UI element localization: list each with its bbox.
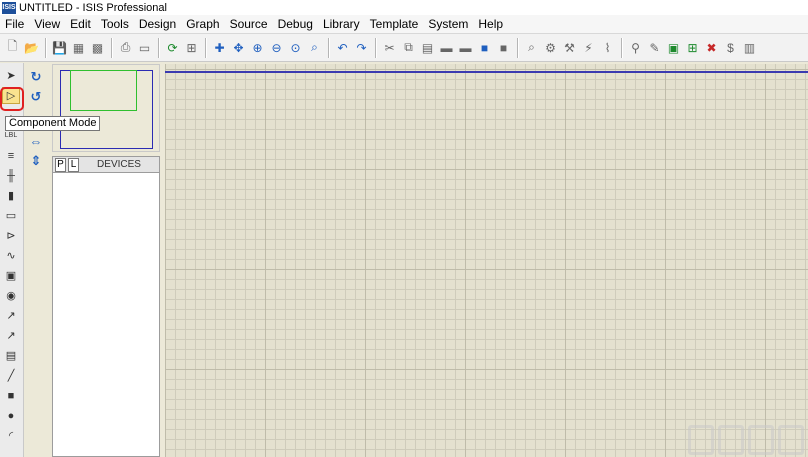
current-probe-icon[interactable]: ↗ [2, 327, 20, 344]
wire-autorouter-icon[interactable]: ⌇ [599, 39, 616, 57]
menu-library[interactable]: Library [318, 15, 365, 34]
menu-edit[interactable]: Edit [65, 15, 96, 34]
circle-tool-icon[interactable]: ● [2, 407, 20, 424]
menu-tools[interactable]: Tools [96, 15, 134, 34]
refresh-icon[interactable]: ⟳ [164, 39, 181, 57]
print-icon[interactable]: ⎙ [117, 39, 134, 57]
voltage-probe-icon[interactable]: ↗ [2, 307, 20, 324]
virtual-instruments-icon[interactable]: ▤ [2, 347, 20, 364]
watermark-glyph [718, 425, 744, 455]
menu-file[interactable]: File [0, 15, 29, 34]
block-move-icon[interactable]: ▬ [457, 39, 474, 57]
menu-view[interactable]: View [29, 15, 65, 34]
isis-app-icon: ISIS [2, 1, 16, 14]
toolbar-separator [375, 37, 376, 58]
export-icon[interactable]: ▩ [89, 39, 106, 57]
watermark-logo [688, 425, 804, 455]
toolbar-separator [517, 37, 518, 58]
import-icon[interactable]: ▦ [70, 39, 87, 57]
line-tool-icon[interactable]: ╱ [2, 367, 20, 384]
block-rotate-icon[interactable]: ■ [476, 39, 493, 57]
package-tool-icon[interactable]: ⚒ [561, 39, 578, 57]
zoom-area-icon[interactable]: ⌕ [306, 39, 323, 57]
schematic-canvas[interactable] [165, 64, 808, 457]
title-bar: ISIS UNTITLED - ISIS Professional [0, 0, 808, 15]
pick-device-icon[interactable]: ⌕ [523, 39, 540, 57]
sheet-border [165, 71, 808, 73]
overview-window[interactable] [52, 64, 160, 152]
open-folder-icon[interactable]: 📂 [23, 39, 40, 57]
zoom-out-icon[interactable]: ⊖ [268, 39, 285, 57]
redo-icon[interactable]: ↷ [353, 39, 370, 57]
menu-design[interactable]: Design [134, 15, 181, 34]
arc-tool-icon[interactable]: ◜ [2, 427, 20, 444]
menu-bar: File View Edit Tools Design Graph Source Debug L… [0, 15, 808, 34]
menu-system[interactable]: System [423, 15, 473, 34]
make-device-icon[interactable]: ⚙ [542, 39, 559, 57]
device-pins-icon[interactable]: ⊳ [2, 227, 20, 244]
new-file-icon[interactable]: 🗋 [4, 39, 21, 57]
toolbar-separator [205, 37, 206, 58]
mirror-horizontal-icon[interactable]: ⇔ [27, 133, 45, 149]
menu-help[interactable]: Help [473, 15, 508, 34]
device-selector: P L DEVICES [52, 156, 160, 457]
undo-icon[interactable]: ↶ [334, 39, 351, 57]
zoom-in-icon[interactable]: ⊕ [249, 39, 266, 57]
devices-label: DEVICES [97, 159, 141, 170]
cut-icon[interactable]: ✂ [381, 39, 398, 57]
origin-icon[interactable]: ✚ [211, 39, 228, 57]
graph-mode-icon[interactable]: ∿ [2, 247, 20, 264]
add-sheet-icon[interactable]: ⊞ [684, 39, 701, 57]
new-sheet-icon[interactable]: ▣ [665, 39, 682, 57]
pick-devices-button[interactable]: P [55, 157, 66, 172]
subcircuit-icon[interactable]: ▮ [2, 187, 20, 204]
delete-sheet-icon[interactable]: ✖ [703, 39, 720, 57]
window-title: UNTITLED - ISIS Professional [19, 1, 167, 14]
decompose-icon[interactable]: ⚡ [580, 39, 597, 57]
device-selector-header: P L DEVICES [53, 157, 159, 173]
tape-recorder-icon[interactable]: ▣ [2, 267, 20, 284]
device-list[interactable] [53, 174, 159, 456]
watermark-glyph [748, 425, 774, 455]
menu-graph[interactable]: Graph [181, 15, 224, 34]
print-area-icon[interactable]: ▭ [136, 39, 153, 57]
paste-icon[interactable]: ▤ [419, 39, 436, 57]
grid-icon[interactable]: ⊞ [183, 39, 200, 57]
component-mode-icon[interactable]: ▷ [2, 87, 20, 104]
zoom-all-icon[interactable]: ⊙ [287, 39, 304, 57]
overview-viewport[interactable] [70, 70, 137, 111]
property-assign-icon[interactable]: ✎ [646, 39, 663, 57]
selection-mode-icon[interactable]: ➤ [2, 67, 20, 84]
pan-icon[interactable]: ✥ [230, 39, 247, 57]
site-watermark [688, 425, 804, 455]
generator-icon[interactable]: ◉ [2, 287, 20, 304]
rotate-clockwise-icon[interactable]: ↻ [27, 69, 45, 85]
block-delete-icon[interactable]: ■ [495, 39, 512, 57]
toolbar-separator [45, 37, 46, 58]
library-manager-button[interactable]: L [68, 157, 79, 172]
toolbar-separator [158, 37, 159, 58]
main-toolbar: 🗋 📂 💾 ▦ ▩ ⎙ ▭ ⟳ ⊞ ✚ ✥ ⊕ ⊖ ⊙ ⌕ ↶ ↷ ✂ ⧉ ▤ ▬ ▬ ■ ■ ⌕ ⚙ ⚒ ⚡ ⌇ ⚲ ✎ ▣ ⊞ ✖ $ ▥ [0, 34, 808, 62]
toolbar-separator [621, 37, 622, 58]
component-mode-tooltip: Component Mode [5, 116, 101, 131]
text-script-icon[interactable]: ≡ [2, 147, 20, 164]
menu-template[interactable]: Template [365, 15, 424, 34]
menu-debug[interactable]: Debug [273, 15, 318, 34]
terminals-icon[interactable]: ▭ [2, 207, 20, 224]
bill-of-materials-icon[interactable]: $ [722, 39, 739, 57]
search-tag-icon[interactable]: ⚲ [627, 39, 644, 57]
rotate-anticlockwise-icon[interactable]: ↺ [27, 89, 45, 105]
block-copy-icon[interactable]: ▬ [438, 39, 455, 57]
watermark-glyph [778, 425, 804, 455]
box-tool-icon[interactable]: ■ [2, 387, 20, 404]
netlist-icon[interactable]: ▥ [741, 39, 758, 57]
buses-icon[interactable]: ╫ [2, 167, 20, 184]
menu-source[interactable]: Source [225, 15, 273, 34]
toolbar-separator [328, 37, 329, 58]
toolbar-separator [111, 37, 112, 58]
mirror-vertical-icon[interactable]: ⇕ [27, 153, 45, 169]
watermark-glyph [688, 425, 714, 455]
copy-icon[interactable]: ⧉ [400, 39, 417, 57]
save-icon[interactable]: 💾 [51, 39, 68, 57]
